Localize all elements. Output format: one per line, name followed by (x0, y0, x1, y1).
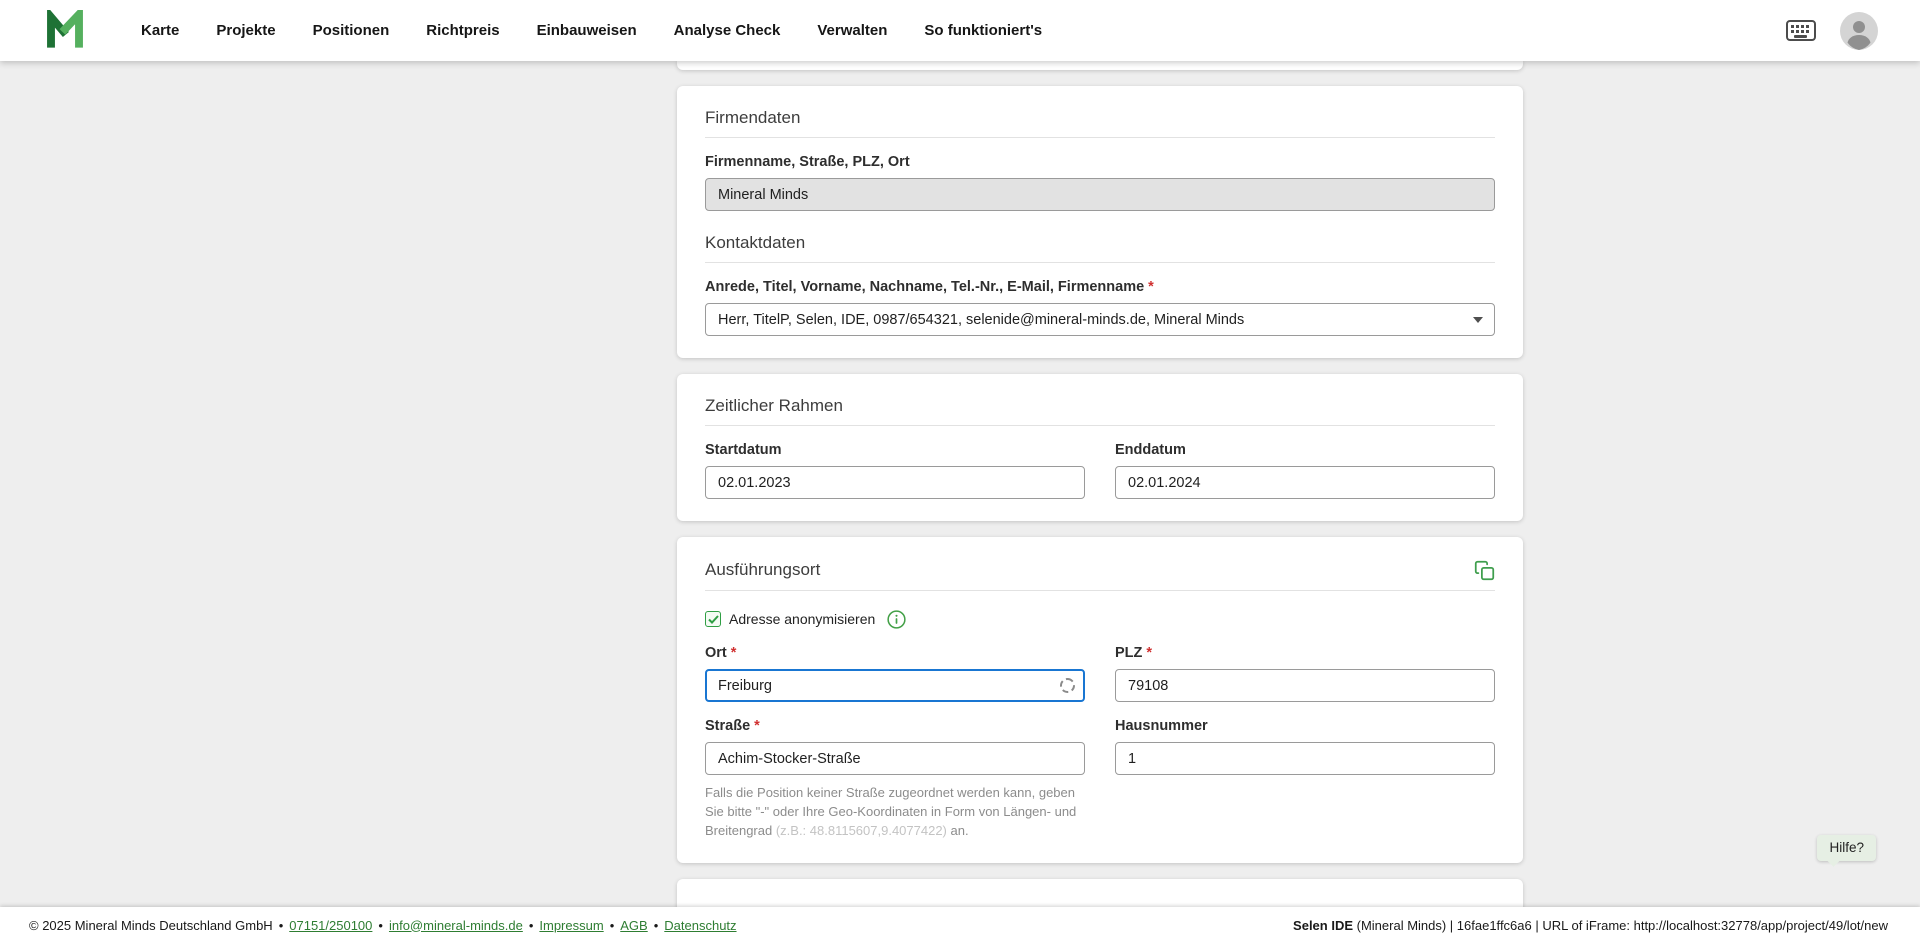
help-bubble-tail (1828, 854, 1841, 867)
anonymisieren-checkbox[interactable] (705, 611, 721, 627)
anonymisieren-label: Adresse anonymisieren (729, 611, 875, 627)
main-nav: Karte Projekte Positionen Richtpreis Ein… (141, 22, 1042, 39)
startdatum-input[interactable] (705, 466, 1085, 499)
address-hint-suffix: an. (947, 823, 969, 838)
footer-env-info: Selen IDE (Mineral Minds) | 16fae1ffc6a6… (1293, 918, 1888, 933)
ort-field: Ort* (705, 629, 1085, 702)
startdatum-label: Startdatum (705, 441, 1085, 459)
nav-item-verwalten[interactable]: Verwalten (817, 22, 887, 39)
divider (705, 590, 1495, 591)
required-asterisk: * (1148, 279, 1154, 295)
hausnummer-field: Hausnummer (1115, 702, 1495, 775)
startdatum-field: Startdatum (705, 426, 1085, 499)
footer-link-phone[interactable]: 07151/250100 (289, 918, 372, 933)
copy-icon[interactable] (1474, 560, 1495, 581)
nav-item-projekte[interactable]: Projekte (216, 22, 275, 39)
nav-item-positionen[interactable]: Positionen (313, 22, 390, 39)
kontakt-label: Anrede, Titel, Vorname, Nachname, Tel.-N… (705, 278, 1495, 296)
footer-separator: • (610, 918, 615, 933)
user-avatar-icon[interactable] (1840, 12, 1878, 50)
mineral-minds-logo-icon[interactable] (44, 10, 86, 52)
enddatum-input[interactable] (1115, 466, 1495, 499)
zeitlicher-rahmen-title: Zeitlicher Rahmen (705, 396, 1495, 416)
required-asterisk: * (1146, 645, 1152, 661)
kontakt-select-value: Herr, TitelP, Selen, IDE, 0987/654321, s… (718, 312, 1244, 328)
kontakt-select[interactable]: Herr, TitelP, Selen, IDE, 0987/654321, s… (705, 303, 1495, 336)
navbar-right (1786, 12, 1878, 50)
help-button-label: Hilfe? (1829, 840, 1864, 855)
footer-left: © 2025 Mineral Minds Deutschland GmbH • … (29, 918, 737, 933)
info-icon[interactable] (887, 610, 906, 629)
plz-label-text: PLZ (1115, 645, 1142, 661)
footer-env-details: (Mineral Minds) | 16fae1ffc6a6 | URL of … (1353, 918, 1888, 933)
firmendaten-title: Firmendaten (705, 108, 1495, 128)
top-navbar: Karte Projekte Positionen Richtpreis Ein… (0, 0, 1920, 61)
nav-item-analyse-check[interactable]: Analyse Check (674, 22, 781, 39)
ort-label-text: Ort (705, 645, 727, 661)
strasse-label: Straße* (705, 717, 1085, 735)
zeitlicher-rahmen-card: Zeitlicher Rahmen Startdatum Enddatum (677, 374, 1523, 521)
footer-link-email[interactable]: info@mineral-minds.de (389, 918, 523, 933)
main-content: Firmendaten Firmenname, Straße, PLZ, Ort… (677, 61, 1523, 939)
nav-item-so-funktionierts[interactable]: So funktioniert's (924, 22, 1042, 39)
card-partial-top (677, 61, 1523, 70)
plz-input[interactable] (1115, 669, 1495, 702)
nav-item-richtpreis[interactable]: Richtpreis (426, 22, 499, 39)
footer-separator: • (279, 918, 284, 933)
anonymisieren-row: Adresse anonymisieren (705, 609, 1495, 629)
help-button[interactable]: Hilfe? (1817, 835, 1876, 861)
enddatum-field: Enddatum (1115, 426, 1495, 499)
hausnummer-input[interactable] (1115, 742, 1495, 775)
plz-label: PLZ* (1115, 644, 1495, 662)
address-hint: Falls die Position keiner Straße zugeord… (705, 784, 1085, 841)
ausfuehrungsort-card: Ausführungsort Adresse anonymisieren (677, 537, 1523, 863)
footer-separator: • (529, 918, 534, 933)
required-asterisk: * (731, 645, 737, 661)
ort-input[interactable] (705, 669, 1085, 702)
footer-copyright: © 2025 Mineral Minds Deutschland GmbH (29, 918, 273, 933)
checkmark-icon (708, 615, 719, 624)
footer-separator: • (654, 918, 659, 933)
divider (705, 262, 1495, 263)
footer-separator: • (378, 918, 383, 933)
strasse-field: Straße* (705, 702, 1085, 775)
ort-label: Ort* (705, 644, 1085, 662)
plz-field: PLZ* (1115, 629, 1495, 702)
hausnummer-label: Hausnummer (1115, 717, 1495, 735)
footer-link-datenschutz[interactable]: Datenschutz (664, 918, 736, 933)
firmenname-label: Firmenname, Straße, PLZ, Ort (705, 153, 1495, 171)
firmenname-input[interactable] (705, 178, 1495, 211)
enddatum-label: Enddatum (1115, 441, 1495, 459)
strasse-input[interactable] (705, 742, 1085, 775)
keyboard-icon[interactable] (1786, 20, 1816, 41)
kontaktdaten-title: Kontaktdaten (705, 233, 1495, 253)
chevron-down-icon (1473, 317, 1483, 323)
kontakt-label-text: Anrede, Titel, Vorname, Nachname, Tel.-N… (705, 279, 1144, 295)
nav-item-einbauweisen[interactable]: Einbauweisen (537, 22, 637, 39)
nav-item-karte[interactable]: Karte (141, 22, 179, 39)
firmendaten-card: Firmendaten Firmenname, Straße, PLZ, Ort… (677, 86, 1523, 358)
address-hint-example: (z.B.: 48.8115607,9.4077422) (776, 823, 947, 838)
divider (705, 137, 1495, 138)
loading-spinner-icon (1060, 678, 1075, 693)
ausfuehrungsort-title: Ausführungsort (705, 560, 820, 580)
footer-link-impressum[interactable]: Impressum (539, 918, 603, 933)
strasse-label-text: Straße (705, 718, 750, 734)
footer-link-agb[interactable]: AGB (620, 918, 647, 933)
footer-app-name: Selen IDE (1293, 918, 1353, 933)
footer: © 2025 Mineral Minds Deutschland GmbH • … (0, 907, 1920, 943)
required-asterisk: * (754, 718, 760, 734)
